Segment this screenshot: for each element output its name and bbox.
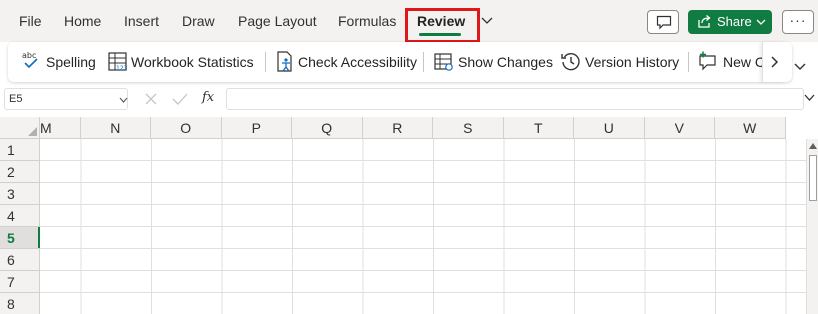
cell-area[interactable]: [40, 139, 806, 314]
workbook-statistics-icon: 123: [108, 52, 128, 72]
new-comment-icon: [699, 51, 716, 71]
comments-button[interactable]: [647, 10, 679, 34]
tab-draw[interactable]: Draw: [182, 0, 215, 42]
review-tab-highlight-box: [405, 8, 480, 43]
row-header-5[interactable]: 5: [0, 227, 40, 249]
version-history-button[interactable]: Version History: [561, 42, 681, 82]
column-header-q[interactable]: Q: [292, 117, 363, 139]
name-box-value: E5: [9, 93, 23, 105]
tab-file[interactable]: File: [19, 0, 42, 42]
more-tabs-chevron-icon[interactable]: [480, 13, 494, 27]
worksheet-grid: MNOPQRSTUVW 12345678: [0, 117, 806, 314]
name-box[interactable]: E5: [4, 88, 128, 110]
chevron-right-icon: [771, 56, 779, 68]
new-comment-label: New C: [723, 54, 766, 70]
svg-text:abc: abc: [22, 51, 36, 60]
tab-formulas[interactable]: Formulas: [338, 0, 396, 42]
enter-check-icon[interactable]: [172, 92, 188, 106]
check-accessibility-label: Check Accessibility: [298, 54, 418, 70]
ribbon-separator: [423, 52, 424, 72]
tab-insert[interactable]: Insert: [124, 0, 159, 42]
insert-function-button[interactable]: fx: [202, 90, 214, 105]
select-all-triangle-icon: [28, 127, 37, 136]
spelling-icon: abc: [22, 51, 38, 69]
ribbon-separator: [265, 52, 266, 72]
column-header-r[interactable]: R: [362, 117, 433, 139]
ribbon-separator: [688, 52, 689, 72]
row-header-6[interactable]: 6: [0, 249, 40, 271]
workbook-statistics-button[interactable]: 123 Workbook Statistics: [108, 42, 258, 82]
review-ribbon: abc Spelling 123 Workbook Statistics Che…: [8, 42, 792, 82]
show-changes-button[interactable]: Show Changes: [434, 42, 553, 82]
column-header-w[interactable]: W: [715, 117, 786, 139]
column-header-n[interactable]: N: [80, 117, 151, 139]
formula-input[interactable]: [226, 88, 804, 110]
vertical-scrollbar[interactable]: [806, 139, 818, 314]
row-header-3[interactable]: 3: [0, 183, 40, 205]
cancel-icon[interactable]: [144, 92, 158, 106]
row-header-4[interactable]: 4: [0, 205, 40, 227]
workbook-statistics-label: Workbook Statistics: [131, 54, 254, 70]
select-all-corner[interactable]: [0, 117, 40, 139]
share-chevron-down-icon: [756, 19, 766, 25]
tab-home[interactable]: Home: [64, 0, 101, 42]
scrollbar-thumb[interactable]: [809, 155, 817, 201]
row-header-7[interactable]: 7: [0, 271, 40, 293]
column-header-u[interactable]: U: [574, 117, 645, 139]
spelling-label: Spelling: [46, 54, 96, 70]
show-changes-label: Show Changes: [458, 54, 553, 70]
svg-text:123: 123: [116, 65, 128, 72]
name-box-chevron-down-icon: [119, 97, 128, 103]
version-history-label: Version History: [585, 54, 680, 70]
column-header-o[interactable]: O: [151, 117, 222, 139]
ribbon-options-chevron-icon[interactable]: [793, 59, 807, 73]
row-header-8[interactable]: 8: [0, 293, 40, 314]
check-accessibility-button[interactable]: Check Accessibility: [276, 42, 418, 82]
row-header-2[interactable]: 2: [0, 161, 40, 183]
ribbon-scroll-right-button[interactable]: [762, 42, 785, 82]
share-button[interactable]: Share: [688, 10, 772, 34]
menu-bar: File Home Insert Draw Page Layout Formul…: [0, 0, 818, 43]
share-icon: [698, 15, 711, 28]
more-options-button[interactable]: ···: [782, 10, 814, 34]
spelling-button[interactable]: abc Spelling: [22, 42, 104, 82]
scroll-up-arrow-icon[interactable]: [809, 142, 817, 149]
version-history-icon: [561, 53, 580, 71]
show-changes-icon: [434, 53, 453, 71]
comment-icon: [656, 15, 672, 30]
column-header-m[interactable]: M: [40, 117, 81, 139]
column-header-t[interactable]: T: [503, 117, 574, 139]
row-header-1[interactable]: 1: [0, 139, 40, 161]
column-header-p[interactable]: P: [221, 117, 292, 139]
formula-bar: E5 fx: [0, 86, 818, 112]
formula-bar-expand-chevron-icon[interactable]: [804, 93, 815, 102]
tab-page-layout[interactable]: Page Layout: [238, 0, 317, 42]
column-header-s[interactable]: S: [433, 117, 504, 139]
share-label: Share: [717, 14, 752, 29]
accessibility-icon: [277, 51, 292, 72]
column-header-v[interactable]: V: [644, 117, 715, 139]
